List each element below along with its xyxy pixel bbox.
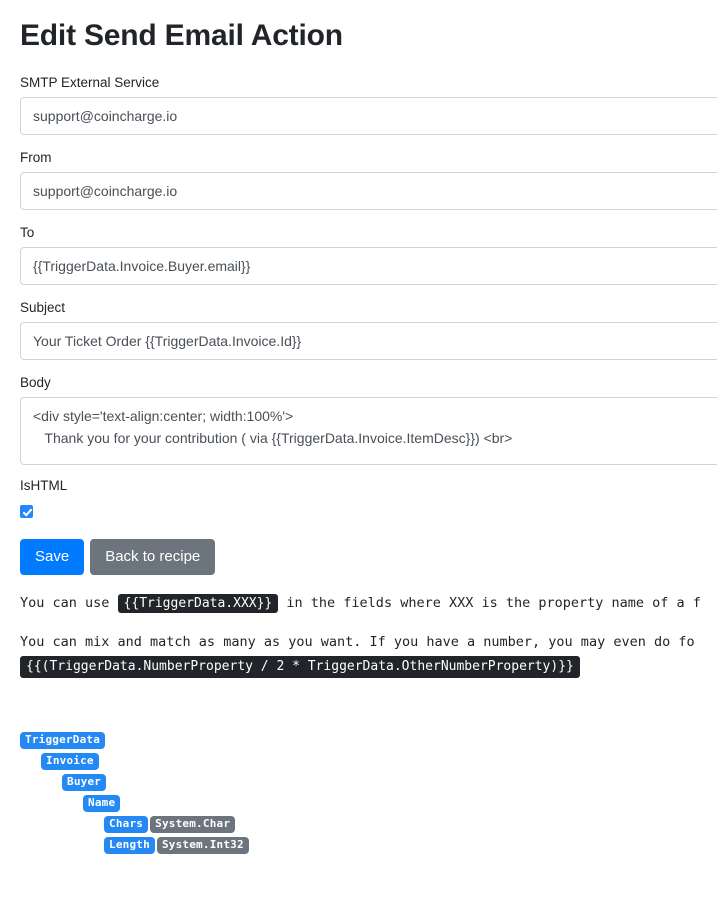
save-button[interactable]: Save [20, 539, 85, 575]
from-label: From [20, 150, 52, 165]
field-group-ishtml: IsHTML [20, 477, 717, 521]
tree-row: TriggerData [20, 732, 717, 753]
tree-node-type: System.Char [150, 816, 236, 833]
back-to-recipe-button[interactable]: Back to recipe [90, 539, 216, 575]
smtp-select[interactable]: support@coincharge.io [20, 97, 717, 135]
tree-row: Chars System.Char [20, 816, 717, 837]
subject-label: Subject [20, 300, 66, 315]
subject-input[interactable] [20, 322, 717, 360]
tree-row: Buyer [20, 774, 717, 795]
help-line2-text: You can mix and match as many as you wan… [20, 634, 695, 650]
body-textarea[interactable]: <div style='text-align:center; width:100… [20, 397, 717, 465]
field-group-subject: Subject [20, 299, 717, 360]
to-label: To [20, 225, 35, 240]
field-group-body: Body <div style='text-align:center; widt… [20, 374, 717, 465]
to-input[interactable] [20, 247, 717, 285]
from-input[interactable] [20, 172, 717, 210]
edit-send-email-action-page: Edit Send Email Action SMTP External Ser… [0, 18, 717, 858]
tree-row: Length System.Int32 [20, 837, 717, 858]
field-group-smtp: SMTP External Service support@coincharge… [20, 74, 717, 135]
tree-node-chars[interactable]: Chars [104, 816, 149, 833]
help-line1-prefix: You can use [20, 595, 110, 611]
field-group-to: To [20, 224, 717, 285]
tree-node-type: System.Int32 [156, 837, 249, 854]
tree-node-name[interactable]: Name [83, 795, 121, 812]
body-label: Body [20, 375, 51, 390]
tree-row: Invoice [20, 753, 717, 774]
help-line1-code: {{TriggerData.XXX}} [117, 594, 279, 613]
help-text-line-2: You can mix and match as many as you wan… [20, 632, 717, 678]
trigger-data-property-tree: TriggerData Invoice Buyer Name Chars System.C… [20, 732, 717, 858]
ishtml-label: IsHTML [20, 478, 68, 493]
field-group-from: From [20, 149, 717, 210]
button-row: Save Back to recipe [20, 539, 717, 575]
smtp-label: SMTP External Service [20, 75, 160, 90]
tree-node-buyer[interactable]: Buyer [62, 774, 107, 791]
tree-node-length[interactable]: Length [104, 837, 155, 854]
tree-row: Name [20, 795, 717, 816]
help-line1-suffix: in the fields where XXX is the property … [286, 595, 701, 611]
ishtml-checkbox[interactable] [20, 505, 33, 519]
page-title: Edit Send Email Action [20, 19, 343, 52]
tree-node-triggerdata[interactable]: TriggerData [20, 732, 106, 749]
tree-node-invoice[interactable]: Invoice [41, 753, 99, 770]
help-text-line-1: You can use {{TriggerData.XXX}} in the f… [20, 593, 717, 614]
help-line2-code: {{(TriggerData.NumberProperty / 2 * Trig… [20, 656, 580, 678]
